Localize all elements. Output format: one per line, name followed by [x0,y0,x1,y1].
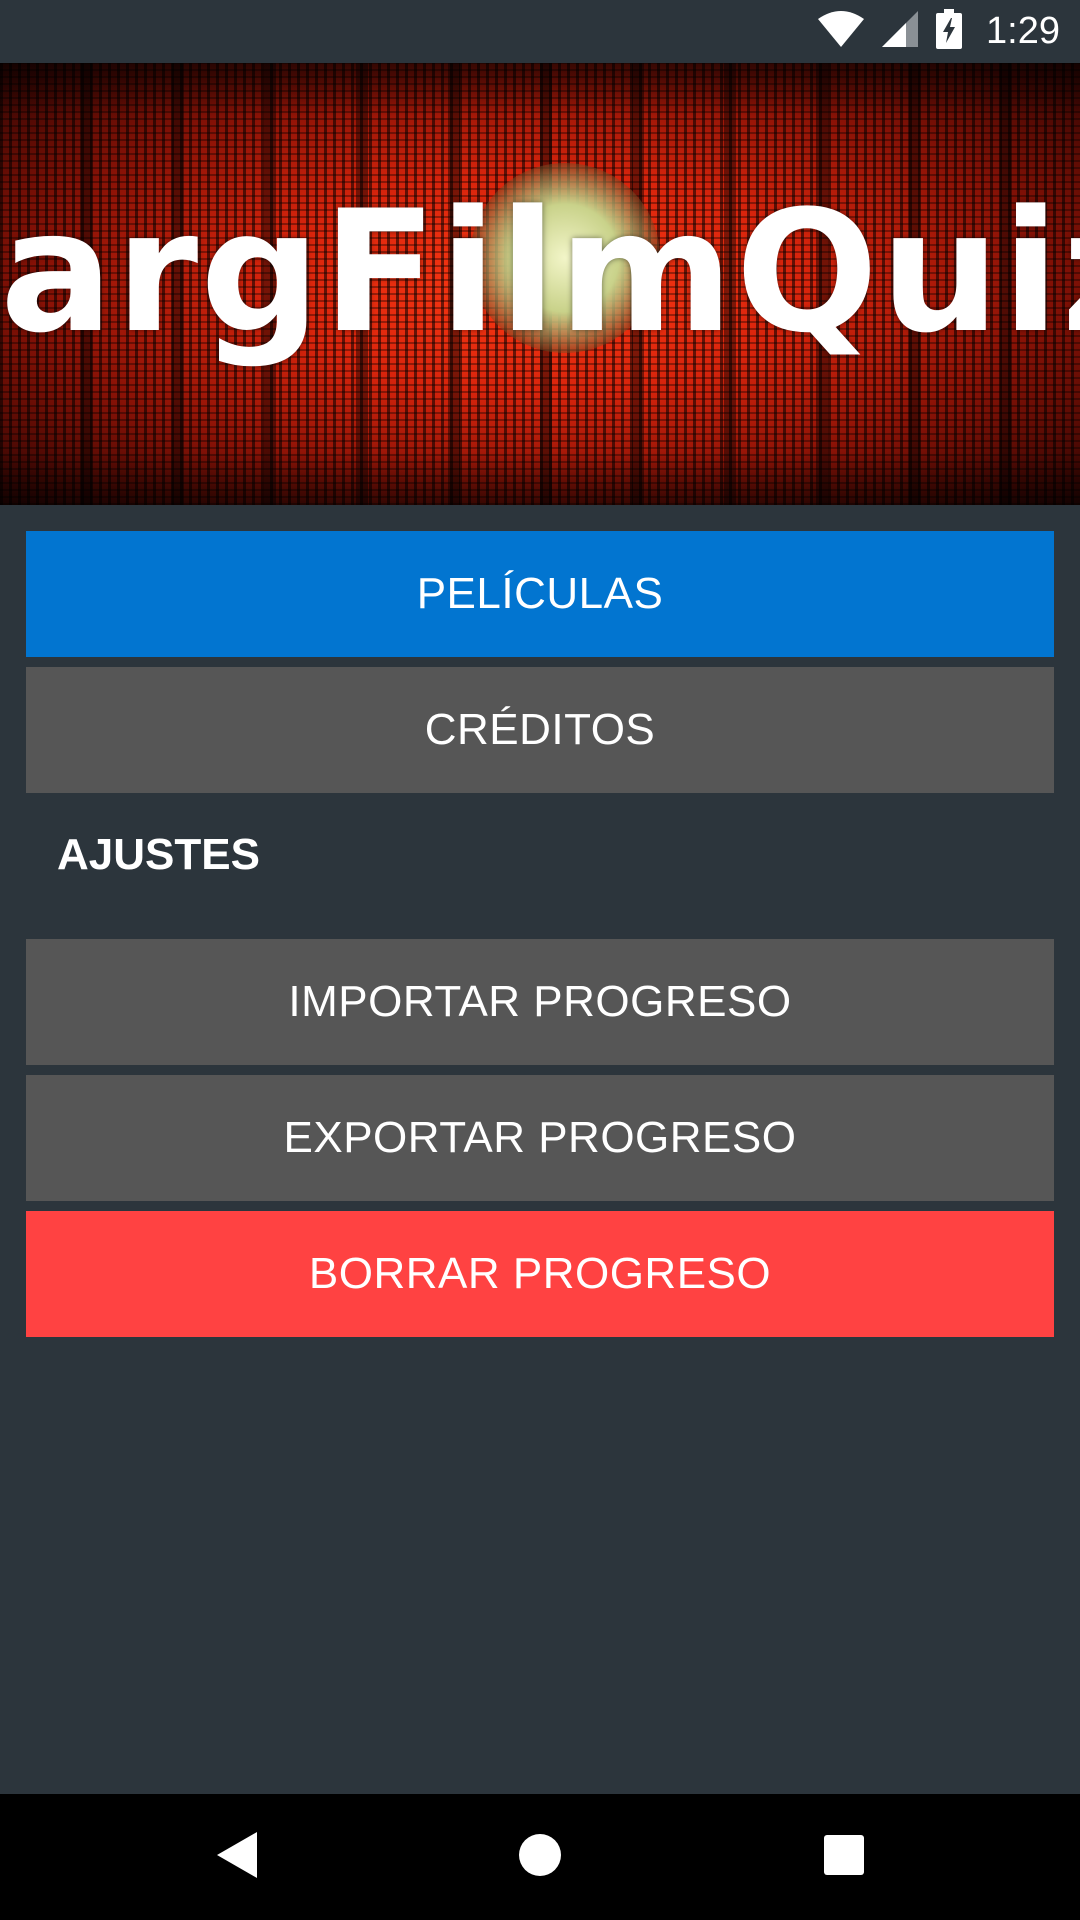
peliculas-button[interactable]: PELÍCULAS [26,531,1054,657]
home-button[interactable] [510,1827,570,1887]
recents-button[interactable] [814,1827,874,1887]
back-button[interactable] [207,1827,267,1887]
cell-signal-icon [882,11,919,52]
wifi-icon [818,11,865,52]
home-icon [518,1833,562,1882]
status-bar: 1:29 [0,0,1080,63]
status-time: 1:29 [986,10,1060,52]
creditos-button[interactable]: CRÉDITOS [26,667,1054,793]
import-progress-button[interactable]: IMPORTAR PROGRESO [26,939,1054,1065]
navigation-bar [0,1794,1080,1920]
export-progress-button[interactable]: EXPORTAR PROGRESO [26,1075,1054,1201]
recents-icon [824,1834,864,1880]
settings-section-title: AJUSTES [57,830,260,879]
status-icons: 1:29 [818,0,1060,63]
app-banner: argFilmQuiz [0,63,1080,505]
delete-progress-button[interactable]: BORRAR PROGRESO [26,1211,1054,1337]
back-icon [217,1831,257,1883]
battery-charging-icon [936,9,963,54]
banner-title: argFilmQuiz [0,174,1080,370]
app-screen: 1:29 argFilmQuiz PELÍCULAS CRÉDITOS AJUS… [0,0,1080,1920]
